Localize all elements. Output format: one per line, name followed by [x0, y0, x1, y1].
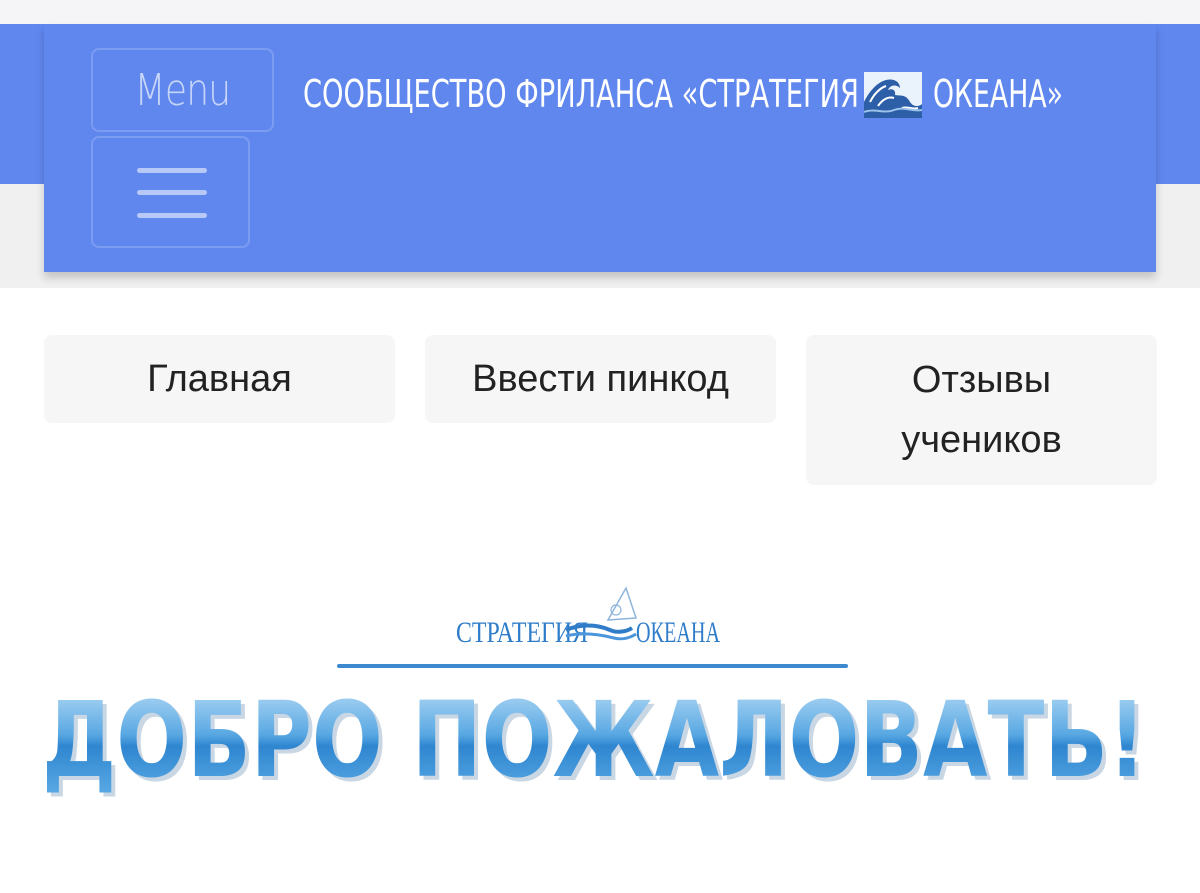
- brand-logo: СТРАТЕГИЯ ОКЕАНА: [440, 580, 770, 660]
- logo-word-left: СТРАТЕГИЯ: [456, 616, 588, 649]
- logo-word-right: ОКЕАНА: [636, 616, 720, 649]
- logo-divider: [337, 664, 848, 668]
- site-title-part-2: ОКЕАНА»: [933, 72, 1063, 116]
- nav-item-home[interactable]: Главная: [44, 335, 395, 423]
- menu-button[interactable]: Menu: [91, 48, 274, 132]
- welcome-text: ДОБРО ПОЖАЛОВАТЬ!: [42, 688, 1146, 798]
- browser-top-strip: [0, 0, 1200, 24]
- nav-item-label: Ввести пинкод: [472, 358, 729, 400]
- nav-item-label: Главная: [147, 358, 292, 400]
- menu-button-label: Menu: [134, 64, 232, 116]
- wave-emoji-icon: [864, 72, 922, 118]
- hamburger-button[interactable]: [91, 136, 250, 248]
- nav-item-enter-pincode[interactable]: Ввести пинкод: [425, 335, 776, 423]
- site-title-part-1: СООБЩЕСТВО ФРИЛАНСА «СТРАТЕГИЯ: [303, 72, 859, 116]
- hamburger-bar: [137, 213, 207, 218]
- nav-item-student-reviews[interactable]: Отзывы учеников: [806, 335, 1157, 485]
- nav-item-label: Отзывы учеников: [901, 359, 1062, 461]
- site-title[interactable]: СООБЩЕСТВО ФРИЛАНСА «СТРАТЕГИЯ ОКЕАНА»: [303, 66, 1073, 122]
- hamburger-bar: [137, 190, 207, 195]
- hamburger-bar: [137, 168, 207, 173]
- welcome-banner: ДОБРО ПОЖАЛОВАТЬ! ДОБРО ПОЖАЛОВАТЬ!: [42, 688, 1150, 798]
